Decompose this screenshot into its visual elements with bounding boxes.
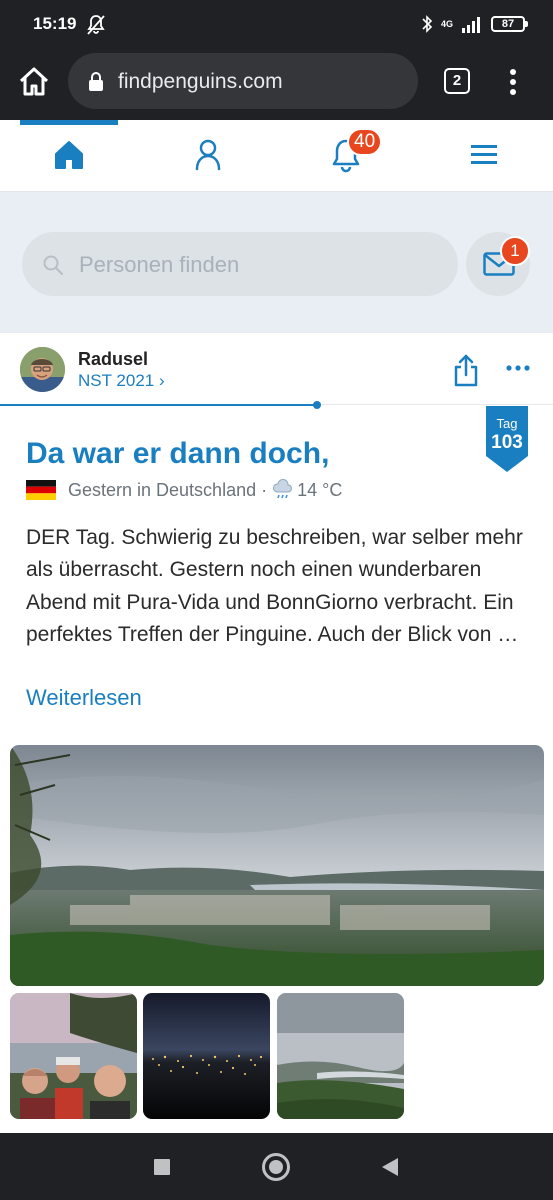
group-selfie-image (10, 993, 137, 1119)
trip-progress-fill (0, 404, 317, 406)
recents-button[interactable] (154, 1159, 170, 1175)
post-temperature: 14 °C (297, 479, 343, 500)
home-icon[interactable] (49, 135, 89, 175)
post-date-location: Gestern in Deutschland · (68, 479, 268, 500)
night-city-photo[interactable] (143, 993, 270, 1119)
notification-badge: 40 (347, 128, 383, 156)
home-icon[interactable] (16, 64, 52, 100)
site-navigation: 40 (0, 120, 553, 192)
search-input[interactable]: Personen finden (22, 232, 458, 296)
author-name[interactable]: Radusel (78, 349, 148, 370)
network-type: 4G (440, 19, 453, 29)
battery-level: 87 (501, 18, 515, 30)
lock-icon (89, 72, 103, 91)
status-bar: 15:19 4G 87 (0, 0, 553, 50)
post-text: DER Tag. Schwierig zu beschreiben, war s… (26, 526, 523, 647)
address-bar[interactable]: findpenguins.com (68, 53, 418, 109)
profile-icon[interactable] (188, 135, 228, 175)
trip-link[interactable]: NST 2021 › (78, 371, 165, 391)
post-title[interactable]: Da war er dann doch, (26, 437, 329, 471)
avatar[interactable] (20, 347, 65, 392)
signal-icon (462, 17, 480, 33)
back-button[interactable] (382, 1158, 398, 1176)
valley-view-image (277, 993, 404, 1119)
day-label: Tag (496, 416, 518, 431)
read-more-link[interactable]: Weiterlesen (26, 685, 142, 711)
search-placeholder: Personen finden (79, 252, 240, 277)
day-number: 103 (491, 432, 523, 453)
panorama-image (10, 745, 544, 986)
germany-flag-icon (26, 480, 56, 500)
trip-progress-marker (313, 401, 321, 409)
hamburger-menu-icon[interactable] (464, 135, 504, 175)
group-selfie-photo[interactable] (10, 993, 137, 1119)
avatar-photo (20, 347, 65, 392)
home-button[interactable] (262, 1153, 290, 1181)
active-tab-indicator (20, 120, 118, 125)
post-meta: Gestern in Deutschland · 14 °C (26, 478, 342, 502)
panorama-photo[interactable] (10, 745, 544, 986)
search-icon (43, 255, 63, 275)
valley-view-photo[interactable] (277, 993, 404, 1119)
bluetooth-icon (422, 15, 433, 33)
night-city-image (143, 993, 270, 1119)
battery-icon: 87 (491, 16, 528, 32)
browser-toolbar: findpenguins.com 2 (0, 50, 553, 120)
message-badge: 1 (500, 236, 530, 266)
post-header: Radusel NST 2021 › (0, 333, 553, 406)
more-options-icon[interactable] (504, 361, 532, 375)
share-icon[interactable] (452, 353, 480, 387)
mute-icon (87, 15, 105, 35)
tab-switcher-button[interactable]: 2 (444, 68, 470, 94)
rain-cloud-icon (273, 479, 293, 499)
url-text: findpenguins.com (118, 70, 283, 93)
overflow-menu-icon[interactable] (503, 64, 523, 100)
android-navigation-bar (0, 1133, 553, 1200)
status-time: 15:19 (33, 14, 77, 33)
search-area: Personen finden 1 (0, 192, 553, 333)
